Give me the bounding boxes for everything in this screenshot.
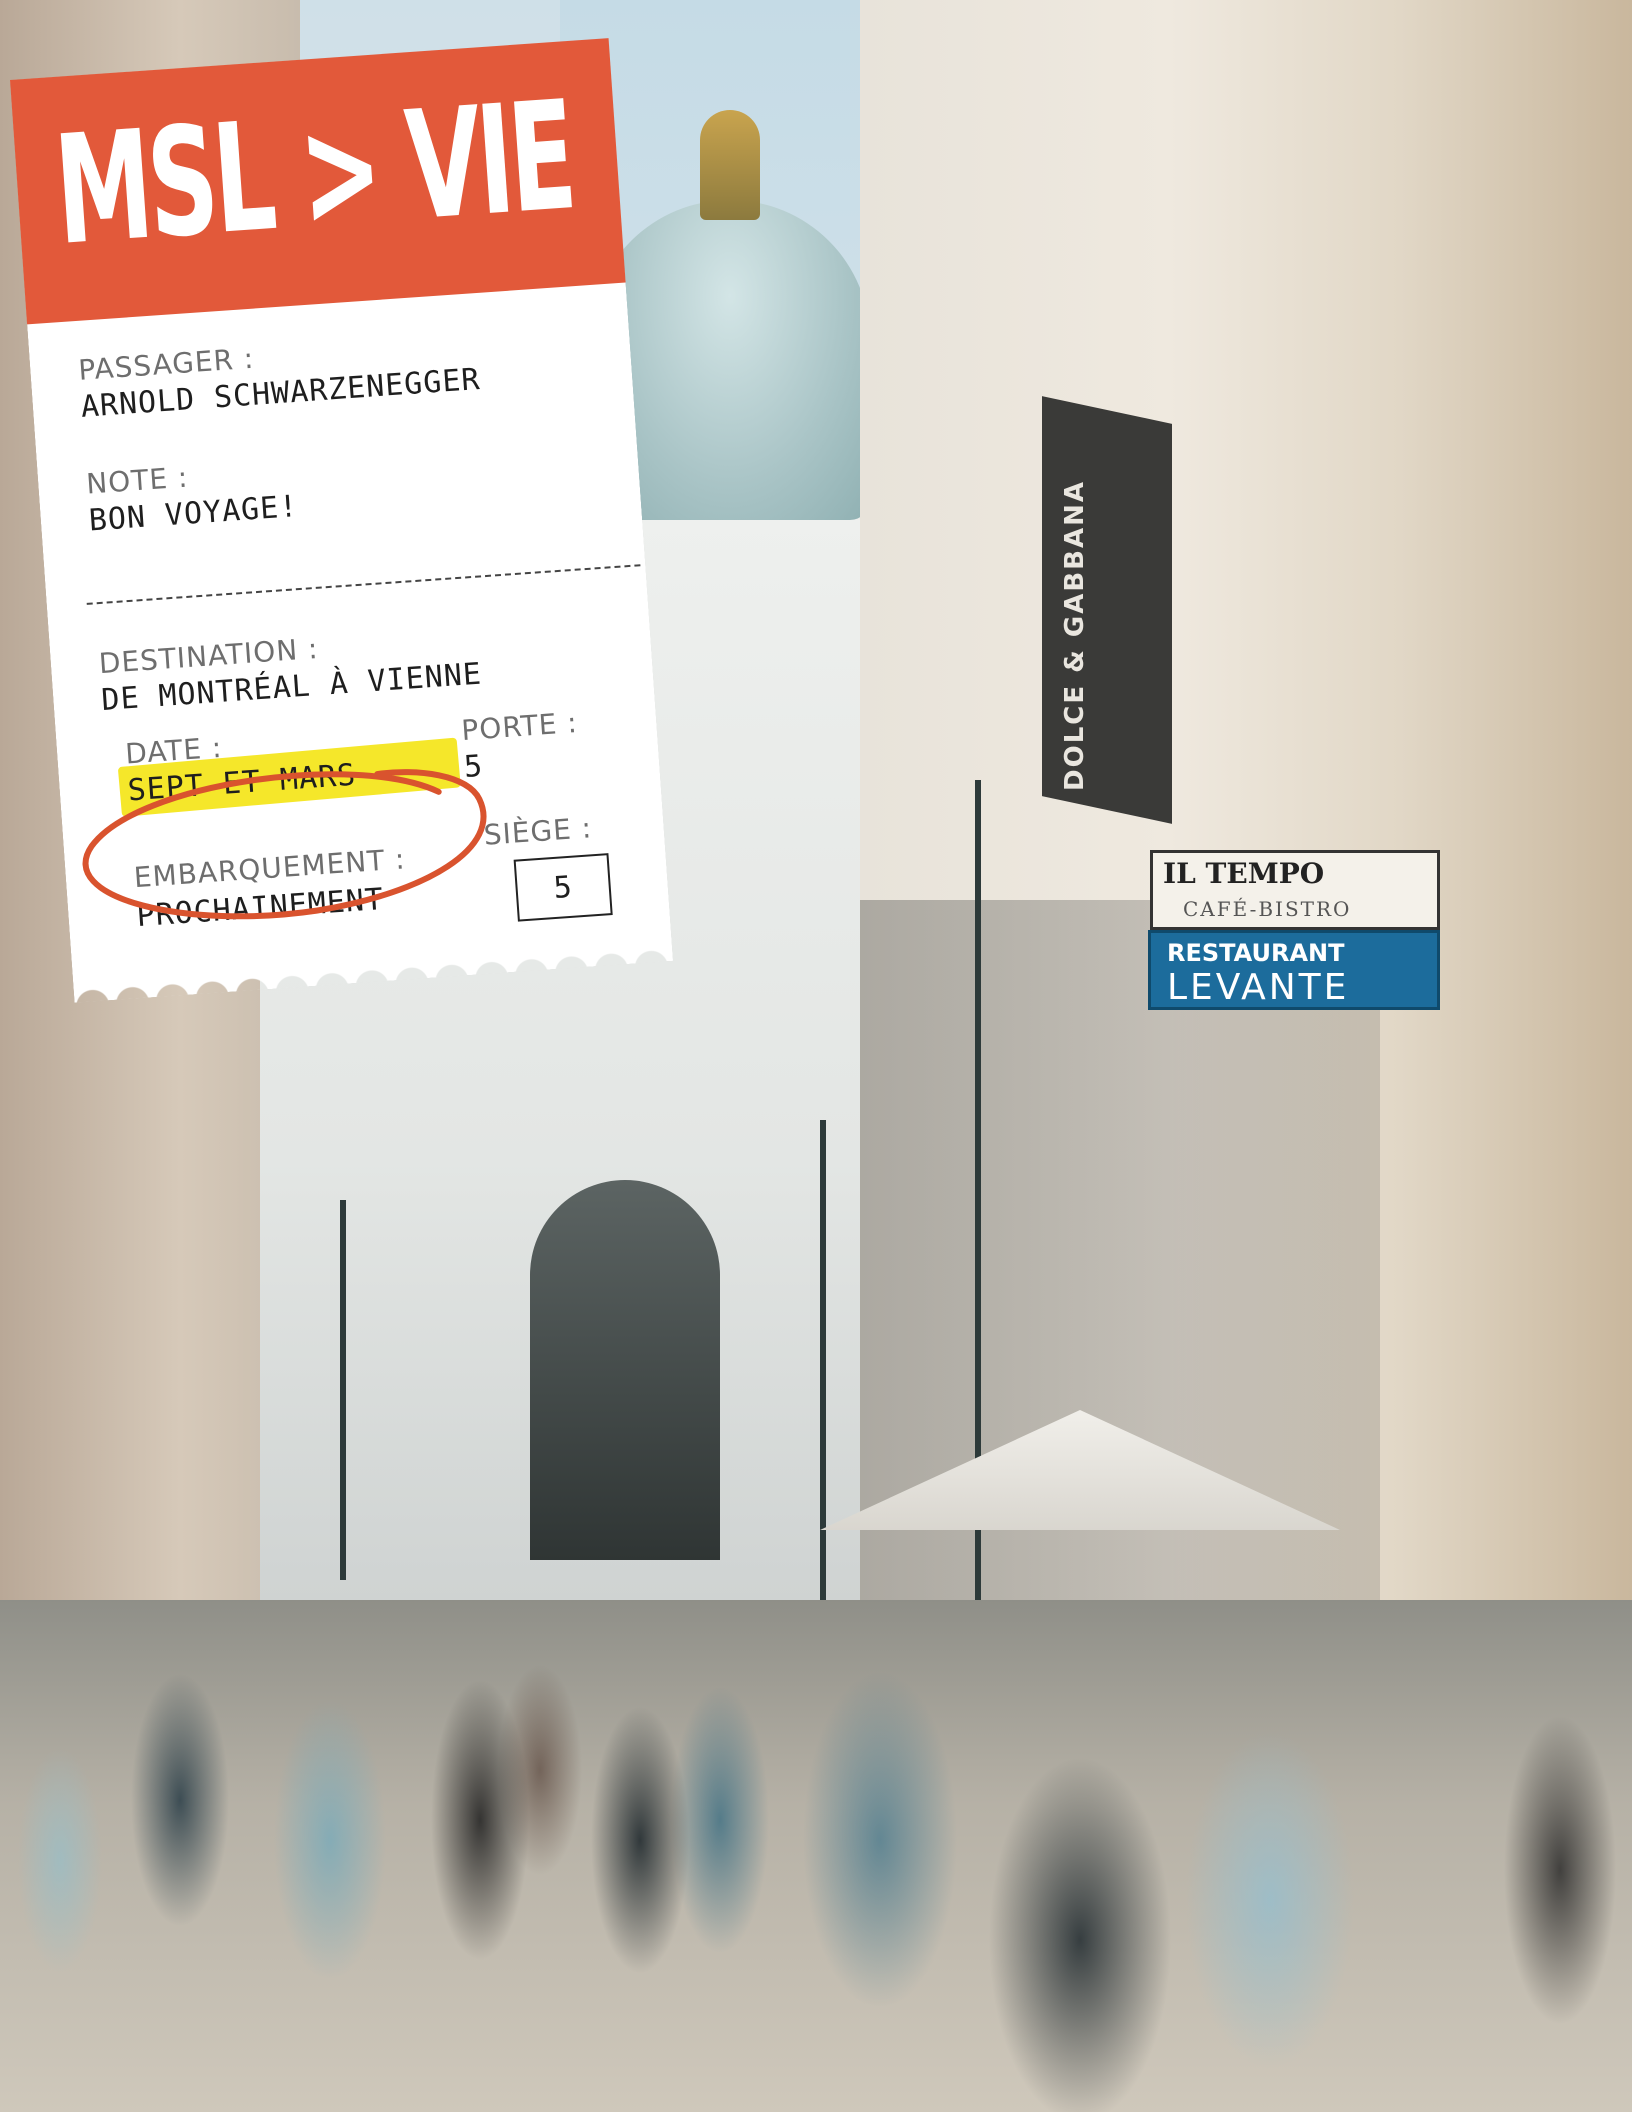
dome-crown	[700, 110, 760, 220]
palace-archway	[530, 1180, 720, 1560]
shop-banner-text: DOLCE & GABBANA	[1060, 480, 1090, 791]
boarding-pass: MSL > VIE PASSAGER : ARNOLD SCHWARZENEGG…	[10, 38, 674, 1003]
street-lamp	[340, 1200, 346, 1580]
boarding-pass-header: MSL > VIE	[10, 38, 626, 325]
cafe-sign-subtitle: CAFÉ-BISTRO	[1183, 897, 1352, 921]
route-title: MSL > VIE	[49, 69, 578, 279]
restaurant-sign-top: RESTAURANT	[1167, 939, 1345, 967]
seat-box: 5	[513, 853, 613, 922]
date-label: DATE :	[124, 730, 224, 771]
gate-value: 5	[462, 748, 485, 785]
restaurant-sign: RESTAURANT LEVANTE	[1148, 930, 1440, 1010]
cafe-sign: IL TEMPO CAFÉ-BISTRO	[1150, 850, 1440, 930]
restaurant-sign-main: LEVANTE	[1167, 967, 1350, 1008]
crowd	[0, 1540, 1632, 2112]
cafe-sign-title: IL TEMPO	[1163, 857, 1325, 890]
seat-value: 5	[552, 869, 574, 907]
